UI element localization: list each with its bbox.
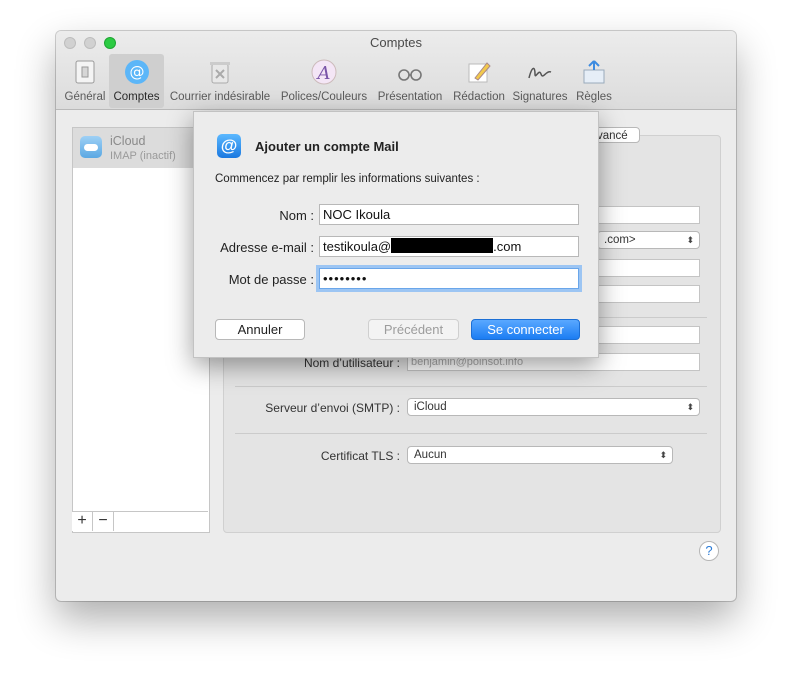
tls-label: Certificat TLS : (320, 449, 400, 463)
email-field[interactable]: testikoula@ .com (319, 236, 579, 257)
password-label: Mot de passe : (228, 272, 314, 287)
sheet-title: Ajouter un compte Mail (255, 139, 399, 154)
svg-text:A: A (316, 63, 331, 84)
icloud-icon (80, 136, 102, 158)
bg-select-address[interactable]: .com> ⬍ (597, 231, 700, 249)
tab-fonts-label: Polices/Couleurs (280, 91, 368, 103)
account-name: iCloud (110, 134, 146, 148)
tab-redaction-label: Rédaction (453, 91, 505, 103)
glasses-icon (398, 69, 422, 81)
cancel-button[interactable]: Annuler (215, 319, 305, 340)
email-prefix: testikoula@ (323, 239, 392, 254)
previous-button[interactable]: Précédent (368, 319, 459, 340)
email-suffix: .com (493, 239, 522, 254)
tab-redaction[interactable]: Rédaction (448, 54, 510, 108)
tab-rules[interactable]: Règles (570, 54, 618, 108)
connect-button[interactable]: Se connecter (471, 319, 580, 340)
tab-junk-label: Courrier indésirable (169, 91, 271, 103)
smtp-select[interactable]: iCloud ⬍ (407, 398, 700, 416)
svg-text:@: @ (129, 63, 144, 81)
signature-icon (528, 67, 552, 79)
tab-general-label: Général (64, 91, 106, 103)
tab-general[interactable]: Général (62, 54, 108, 108)
select-arrows-icon: ⬍ (686, 235, 694, 245)
mail-at-icon: @ (217, 134, 241, 158)
accounts-list-controls: + − (72, 511, 208, 532)
tab-signatures[interactable]: Signatures (511, 54, 569, 108)
sheet-subtitle: Commencez par remplir les informations s… (215, 173, 480, 185)
help-button[interactable]: ? (699, 541, 719, 561)
fonts-icon: A (311, 59, 337, 85)
username-label: Nom d’utilisateur : (303, 356, 400, 370)
name-field[interactable]: NOC Ikoula (319, 204, 579, 225)
tab-comptes-label: Comptes (113, 91, 160, 103)
smtp-select-value: iCloud (414, 401, 447, 413)
email-label: Adresse e-mail : (220, 240, 314, 255)
tab-rules-label: Règles (576, 91, 612, 103)
accounts-list: iCloud IMAP (inactif) (72, 127, 210, 533)
bg-select-address-value: .com> (604, 234, 636, 246)
tab-fonts[interactable]: A Polices/Couleurs (276, 54, 372, 108)
junk-icon (210, 62, 230, 84)
account-type: IMAP (inactif) (110, 150, 176, 162)
tab-comptes[interactable]: @ Comptes (109, 54, 164, 108)
rules-icon (583, 60, 605, 84)
bg-field-4[interactable] (597, 326, 700, 344)
titlebar: Comptes Général @ Comptes Courrier indés… (56, 31, 736, 110)
account-row-icloud[interactable]: iCloud IMAP (inactif) (73, 128, 209, 168)
separator (235, 386, 707, 387)
name-label: Nom : (279, 208, 314, 223)
add-account-sheet: @ Ajouter un compte Mail Commencez par r… (193, 111, 599, 358)
add-account-button[interactable]: + (72, 512, 93, 531)
tab-junk[interactable]: Courrier indésirable (166, 54, 274, 108)
window-title: Comptes (369, 35, 423, 50)
smtp-label: Serveur d’envoi (SMTP) : (265, 401, 400, 415)
tls-select[interactable]: Aucun ⬍ (407, 446, 673, 464)
tab-signatures-label: Signatures (512, 91, 568, 103)
bg-field-3[interactable] (597, 285, 700, 303)
password-field[interactable]: •••••••• (319, 268, 579, 289)
tab-presentation-label: Présentation (377, 91, 443, 103)
redaction-block (391, 238, 494, 253)
tls-select-value: Aucun (414, 449, 447, 461)
bg-field-1[interactable] (597, 206, 700, 224)
remove-account-button[interactable]: − (93, 512, 114, 531)
at-icon: @ (124, 60, 149, 84)
tab-presentation[interactable]: Présentation (374, 54, 446, 108)
select-arrows-icon: ⬍ (659, 450, 667, 460)
select-arrows-icon: ⬍ (686, 402, 694, 412)
general-icon (75, 60, 95, 84)
separator (235, 433, 707, 434)
pencil-icon (468, 62, 491, 83)
bg-field-2[interactable] (597, 259, 700, 277)
